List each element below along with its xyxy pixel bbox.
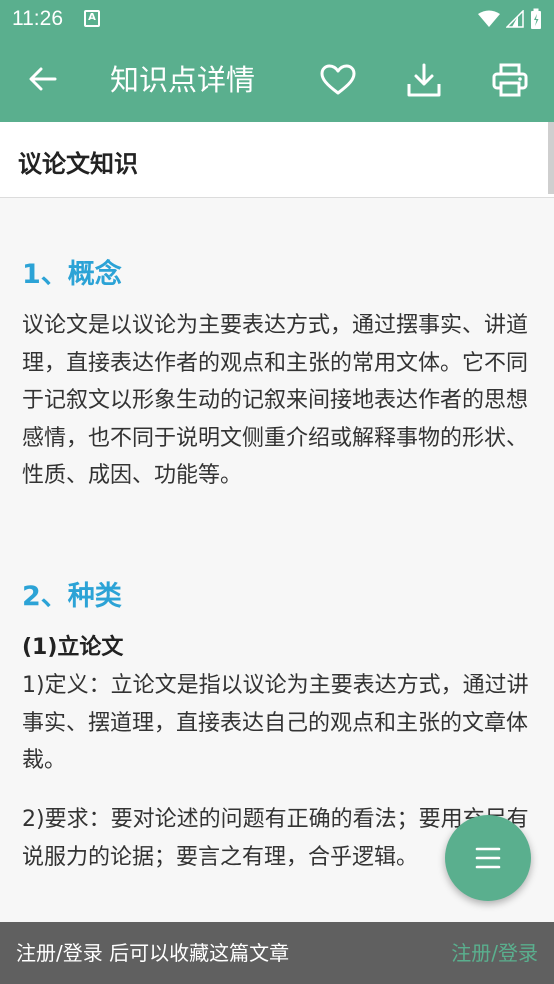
section-heading-concept: 1、概念 bbox=[22, 259, 122, 290]
document-header: 议论文知识 bbox=[0, 122, 554, 198]
signal-icon bbox=[506, 10, 524, 28]
wifi-icon bbox=[478, 10, 500, 27]
status-icons bbox=[478, 8, 542, 30]
status-bar: 11:26 A bbox=[0, 0, 554, 38]
app-bar: 知识点详情 bbox=[0, 38, 554, 122]
document-title: 议论文知识 bbox=[18, 150, 138, 178]
snackbar-login-button[interactable]: 注册/登录 bbox=[451, 939, 538, 967]
print-button[interactable] bbox=[490, 60, 530, 100]
heart-icon bbox=[320, 64, 356, 95]
scrollbar[interactable] bbox=[548, 122, 554, 194]
back-arrow-icon bbox=[29, 67, 57, 91]
subsection-heading: (1)立论文 bbox=[22, 635, 124, 660]
menu-icon bbox=[475, 847, 501, 869]
menu-fab[interactable] bbox=[445, 815, 531, 901]
status-time: 11:26 bbox=[12, 7, 63, 30]
section-heading-types: 2、种类 bbox=[22, 581, 122, 612]
battery-icon bbox=[531, 8, 541, 29]
favorite-button[interactable] bbox=[318, 60, 358, 100]
back-button[interactable] bbox=[26, 62, 60, 96]
section-paragraph-concept: 议论文是以议论为主要表达方式，通过摆事实、讲道理，直接表达作者的观点和主张的常用… bbox=[22, 313, 529, 488]
page-title: 知识点详情 bbox=[110, 63, 256, 97]
notification-icon: A bbox=[84, 10, 100, 27]
article-content: 1、概念 议论文是以议论为主要表达方式，通过摆事实、讲道理，直接表达作者的观点和… bbox=[0, 199, 554, 922]
login-snackbar: 注册/登录 后可以收藏这篇文章 注册/登录 bbox=[0, 922, 554, 984]
download-button[interactable] bbox=[404, 60, 444, 100]
snackbar-message: 注册/登录 后可以收藏这篇文章 bbox=[16, 941, 290, 965]
print-icon bbox=[492, 63, 528, 97]
download-icon bbox=[407, 63, 441, 97]
definition-paragraph: 1)定义：立论文是指以议论为主要表达方式，通过讲事实、摆道理，直接表达自己的观点… bbox=[22, 673, 529, 773]
